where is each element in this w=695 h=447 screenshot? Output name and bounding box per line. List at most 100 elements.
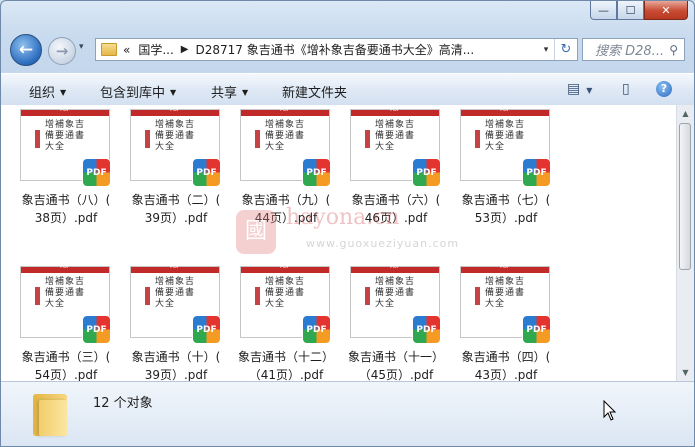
cover-title: 增補象吉備要通書大全	[485, 120, 526, 152]
pdf-file-icon: PDF	[523, 159, 550, 186]
pdf-tag: PDF	[280, 107, 290, 113]
pdf-file-icon: PDF	[413, 316, 440, 343]
vertical-scrollbar[interactable]: ▲ ▼	[676, 105, 694, 381]
cover-title: 增補象吉備要通書大全	[45, 120, 86, 152]
include-in-library-button[interactable]: 包含到库中 ▼	[100, 82, 176, 101]
cover-stamp	[255, 287, 260, 305]
file-name-line: 象吉通书（十二）	[237, 350, 334, 364]
file-name-line: 象吉通书（六）(	[351, 193, 441, 207]
forward-arrow-icon: →	[55, 42, 69, 60]
file-name[interactable]: 象吉通书（八）( 38页）.pdf	[7, 191, 125, 227]
cover-title: 增補象吉備要通書大全	[265, 277, 306, 309]
watermark-url: www.guoxueziyuan.com	[306, 237, 460, 250]
scroll-up-arrow-icon[interactable]: ▲	[677, 105, 694, 122]
search-placeholder: 搜索 D28...	[595, 44, 665, 59]
change-view-button[interactable]: ▤ ▼	[567, 81, 592, 97]
new-folder-button[interactable]: 新建文件夹	[282, 82, 347, 101]
preview-pane-icon: ▯	[622, 81, 630, 97]
breadcrumb-item[interactable]: 国学...	[138, 41, 173, 58]
cover-stamp	[145, 287, 150, 305]
breadcrumb-item[interactable]: D28717 象吉通书《增补象吉备要通书大全》高清...	[196, 41, 475, 58]
file-name-line: 46页）.pdf	[364, 211, 428, 225]
file-name-line: 象吉通书（八）(	[21, 193, 111, 207]
forward-button[interactable]: →	[48, 37, 76, 65]
file-name-line: 54页）.pdf	[34, 368, 98, 381]
recent-pages-button[interactable]: ▾	[79, 42, 84, 52]
cover-stamp	[35, 287, 40, 305]
file-name[interactable]: 象吉通书（十）(39页）.pdf	[117, 348, 235, 381]
pdf-file-icon: PDF	[193, 316, 220, 343]
pdf-tag: PDF	[500, 264, 510, 270]
cover-title: 增補象吉備要通書大全	[375, 120, 416, 152]
breadcrumb-separator-icon[interactable]: ▶	[181, 44, 189, 55]
file-name[interactable]: 象吉通书（四）(43页）.pdf	[447, 348, 565, 381]
cover-title: 增補象吉備要通書大全	[45, 277, 86, 309]
close-button[interactable]: ✕	[644, 1, 688, 20]
minimize-button[interactable]: —	[590, 1, 617, 20]
pdf-tag: PDF	[390, 264, 400, 270]
share-button[interactable]: 共享 ▼	[211, 82, 248, 101]
pdf-tag: PDF	[170, 264, 180, 270]
address-dropdown-button[interactable]: ▾	[538, 45, 554, 55]
file-name-line: （45页）.pdf	[358, 368, 434, 381]
pdf-tag: PDF	[390, 107, 400, 113]
pdf-file-icon: PDF	[303, 159, 330, 186]
organize-label: 组织	[29, 86, 56, 101]
file-name-line: 39页）.pdf	[144, 368, 208, 381]
caption-buttons: — ☐ ✕	[590, 1, 688, 20]
cover-title: 增補象吉備要通書大全	[375, 277, 416, 309]
cover-title: 增補象吉備要通書大全	[155, 277, 196, 309]
view-icon: ▤	[567, 81, 581, 97]
breadcrumb-overflow[interactable]: «	[123, 43, 130, 57]
cover-stamp	[145, 130, 150, 148]
refresh-icon: ↻	[560, 42, 572, 57]
dropdown-arrow-icon: ▼	[60, 88, 67, 97]
preview-pane-button[interactable]: ▯	[622, 81, 630, 97]
details-pane: 12 个对象	[1, 381, 694, 446]
scroll-down-arrow-icon[interactable]: ▼	[677, 364, 694, 381]
file-name[interactable]: 象吉通书（二）( 39页）.pdf	[117, 191, 235, 227]
dropdown-arrow-icon: ▼	[170, 88, 177, 97]
cover-stamp	[365, 130, 370, 148]
scrollbar-thumb[interactable]	[679, 123, 691, 270]
file-name[interactable]: 象吉通书（九）( 44页）.pdf	[227, 191, 345, 227]
file-name-line: 象吉通书（二）(	[131, 193, 221, 207]
file-name-line: 象吉通书（七）(	[461, 193, 551, 207]
file-name-line: 39页）.pdf	[144, 211, 208, 225]
folder-icon	[33, 394, 67, 436]
dropdown-arrow-icon: ▼	[242, 88, 249, 97]
share-label: 共享	[211, 86, 238, 101]
pdf-file-icon: PDF	[83, 316, 110, 343]
file-name[interactable]: 象吉通书（十一） （45页）.pdf	[337, 348, 455, 381]
cover-title: 增補象吉備要通書大全	[265, 120, 306, 152]
cover-title: 增補象吉備要通書大全	[485, 277, 526, 309]
back-button[interactable]: ←	[10, 34, 42, 66]
organize-button[interactable]: 组织 ▼	[29, 82, 66, 101]
help-button[interactable]: ?	[656, 81, 672, 97]
file-name-line: 象吉通书（九）(	[241, 193, 331, 207]
maximize-button[interactable]: ☐	[617, 1, 644, 20]
refresh-button[interactable]: ↻	[554, 39, 577, 60]
file-name[interactable]: 象吉通书（十二） （41页）.pdf	[227, 348, 345, 381]
pdf-tag: PDF	[60, 264, 70, 270]
folder-icon	[101, 43, 117, 56]
pdf-tag: PDF	[60, 107, 70, 113]
file-name-line: 象吉通书（三）(	[21, 350, 111, 364]
file-name[interactable]: 象吉通书（七）(53页）.pdf	[447, 191, 565, 227]
file-name-line: （41页）.pdf	[248, 368, 324, 381]
search-icon[interactable]: ⚲	[669, 43, 678, 57]
search-input[interactable]: 搜索 D28... ⚲	[582, 38, 685, 61]
explorer-window: — ☐ ✕ ← → ▾ « 国学... ▶ D28717 象吉通书《增补象吉备要…	[0, 0, 695, 447]
pdf-tag: PDF	[170, 107, 180, 113]
file-list[interactable]: PDF 增補象吉備要通書大全 PDF 象吉通书（八）( 38页）.pdf PDF 增補象吉備…	[1, 105, 676, 381]
pdf-tag: PDF	[500, 107, 510, 113]
cover-stamp	[475, 130, 480, 148]
help-icon: ?	[660, 82, 668, 95]
file-name[interactable]: 象吉通书（三）( 54页）.pdf	[7, 348, 125, 381]
file-name[interactable]: 象吉通书（六）( 46页）.pdf	[337, 191, 455, 227]
pdf-file-icon: PDF	[83, 159, 110, 186]
file-name-line: 44页）.pdf	[254, 211, 318, 225]
file-name-line: 38页）.pdf	[34, 211, 98, 225]
address-bar[interactable]: « 国学... ▶ D28717 象吉通书《增补象吉备要通书大全》高清... ▾…	[95, 38, 578, 61]
cover-stamp	[365, 287, 370, 305]
